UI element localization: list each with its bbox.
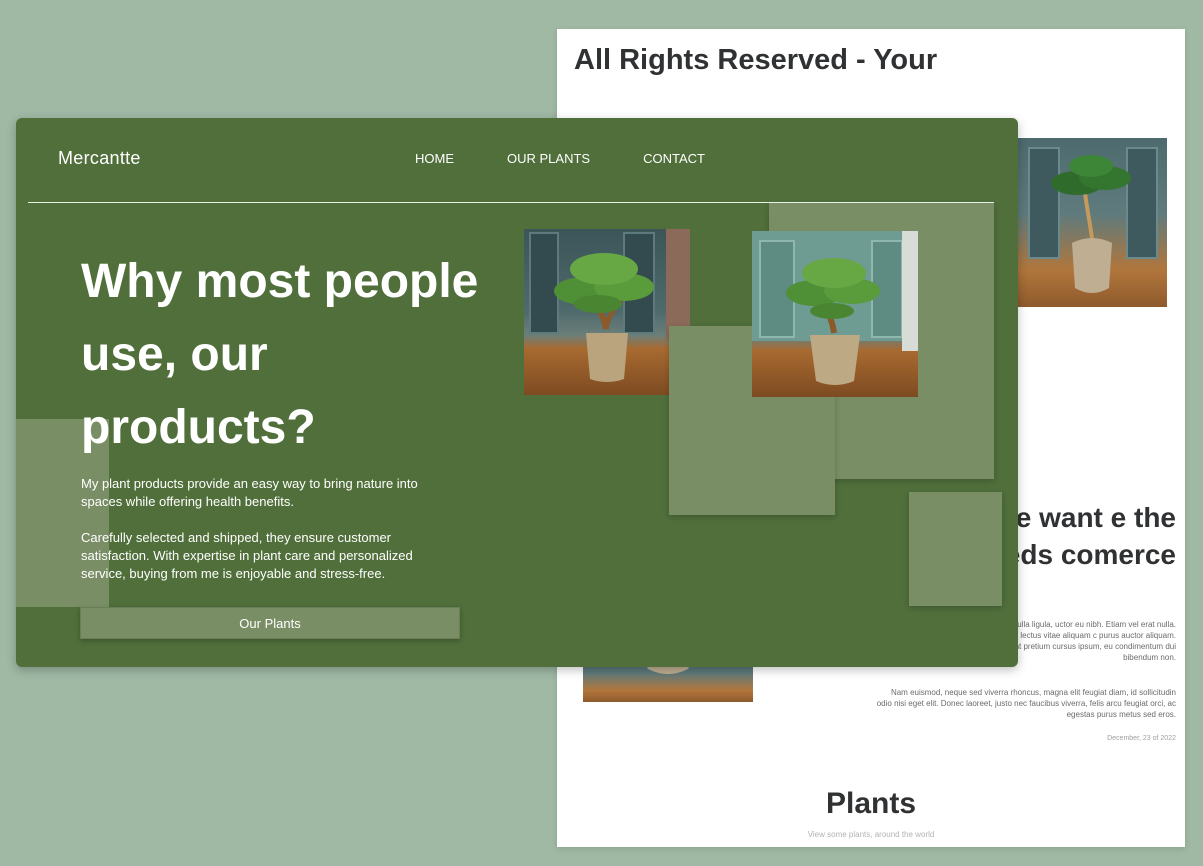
background-plant-photo bbox=[1017, 138, 1167, 307]
nav-home[interactable]: HOME bbox=[415, 151, 454, 166]
site-logo[interactable]: Mercantte bbox=[58, 148, 141, 169]
hero-title: Why most people use, our products? bbox=[81, 255, 479, 454]
nav-our-plants[interactable]: OUR PLANTS bbox=[507, 151, 590, 166]
product-image-bonsai-1 bbox=[524, 229, 690, 395]
plants-section-title: Plants bbox=[825, 787, 917, 820]
decorative-panel bbox=[909, 492, 1002, 606]
product-image-bonsai-2 bbox=[752, 231, 918, 397]
background-paragraph: Nam euismod, neque sed viverra rhoncus, … bbox=[876, 688, 1176, 719]
hero-card: Mercantte HOME OUR PLANTS CONTACT Why mo… bbox=[16, 118, 1018, 667]
background-heading: All Rights Reserved - Your bbox=[574, 44, 938, 76]
header-divider bbox=[28, 202, 994, 203]
nav-contact[interactable]: CONTACT bbox=[643, 151, 705, 166]
plants-section-subtitle: View some plants, around the world bbox=[807, 830, 935, 839]
our-plants-button[interactable]: Our Plants bbox=[80, 607, 460, 639]
main-nav: HOME OUR PLANTS CONTACT bbox=[415, 151, 705, 166]
background-date: December, 23 of 2022 bbox=[1107, 735, 1176, 742]
hero-paragraph: My plant products provide an easy way to… bbox=[81, 476, 418, 509]
hero-paragraph: Carefully selected and shipped, they ens… bbox=[81, 530, 413, 581]
